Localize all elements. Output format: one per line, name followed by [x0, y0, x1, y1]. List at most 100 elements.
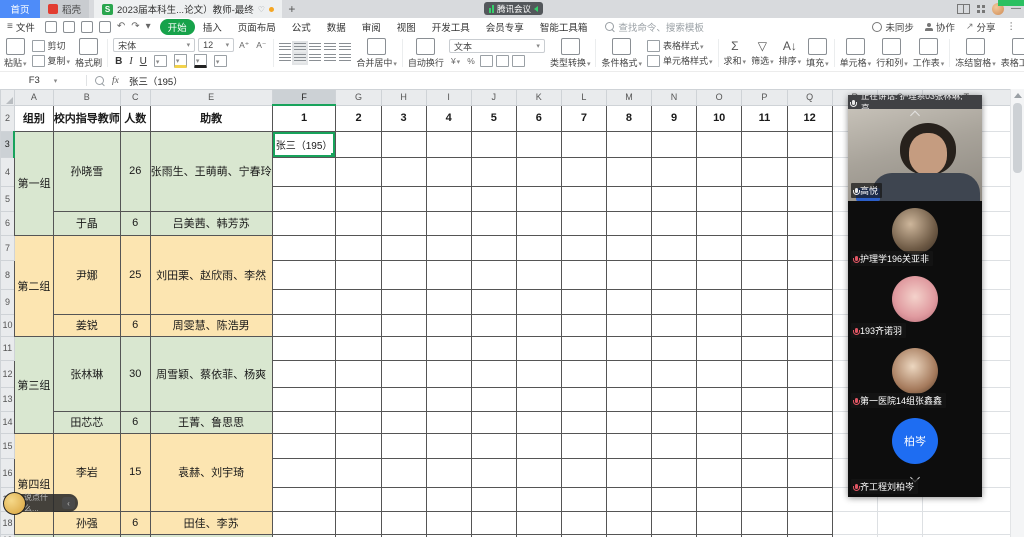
cell[interactable] [515, 210, 562, 236]
column-header-Q[interactable]: Q [786, 89, 833, 106]
more-menu-icon[interactable]: ⋮ [1007, 21, 1017, 32]
cell[interactable] [515, 510, 562, 535]
font-name-select[interactable]: 宋体 ▾ [113, 38, 196, 52]
column-header-O[interactable]: O [696, 89, 743, 106]
assistants-cell[interactable]: 刘田栗、赵欣雨、李然 [149, 234, 273, 315]
header-cell[interactable]: 9 [650, 104, 698, 132]
participant-tile[interactable]: 护理学196关亚非 [848, 201, 982, 269]
header-cell[interactable]: 10 [696, 104, 743, 132]
count-cell[interactable]: 6 [119, 510, 151, 535]
cell[interactable] [560, 156, 607, 187]
cell[interactable] [741, 130, 788, 158]
cell[interactable] [786, 510, 833, 535]
cell[interactable] [650, 259, 698, 290]
borders-icon[interactable] [153, 55, 167, 67]
cell[interactable] [696, 234, 743, 261]
cell[interactable] [741, 359, 788, 388]
cell[interactable] [380, 359, 427, 388]
collapse-up-icon[interactable] [910, 110, 920, 121]
cells-button[interactable]: 单元格 [840, 37, 872, 69]
cell[interactable] [380, 259, 427, 290]
cell[interactable] [335, 386, 382, 412]
zoom-formula-icon[interactable] [95, 76, 104, 85]
align-top-icon[interactable] [279, 43, 292, 52]
column-header-L[interactable]: L [560, 89, 607, 106]
cell[interactable] [605, 185, 653, 212]
decrease-font-icon[interactable]: A⁻ [256, 40, 266, 51]
header-cell[interactable]: 8 [605, 104, 653, 132]
cell[interactable] [335, 486, 382, 512]
participant-tile[interactable]: 柏岑 齐工程刘柏岑 [848, 411, 982, 497]
cell[interactable] [425, 457, 472, 488]
cell[interactable] [425, 313, 472, 337]
undo-icon[interactable]: ↶ [117, 21, 125, 32]
cell[interactable] [696, 457, 743, 488]
cell[interactable] [470, 259, 517, 290]
cell[interactable] [650, 359, 698, 388]
cell[interactable] [741, 386, 788, 412]
cell[interactable] [786, 259, 833, 290]
cell[interactable] [425, 259, 472, 290]
cell[interactable] [425, 210, 472, 236]
cell[interactable] [741, 432, 788, 459]
cell[interactable] [696, 185, 743, 212]
cell[interactable] [786, 210, 833, 236]
count-cell[interactable]: 6 [119, 313, 151, 337]
tab-docer[interactable]: 稻壳 [40, 0, 90, 18]
cell[interactable] [560, 313, 607, 337]
column-header-K[interactable]: K [515, 89, 562, 106]
cell[interactable] [271, 259, 337, 290]
cell[interactable] [560, 130, 607, 158]
cell[interactable] [786, 156, 833, 187]
cell[interactable] [560, 359, 607, 388]
column-header-E[interactable]: E [149, 89, 273, 106]
clear-format-icon[interactable] [213, 55, 227, 67]
cell[interactable] [335, 210, 382, 236]
cell[interactable] [425, 386, 472, 412]
wrap-text-button[interactable]: 自动换行 [408, 37, 444, 69]
count-cell[interactable]: 6 [119, 210, 151, 236]
cell[interactable] [696, 335, 743, 361]
cell[interactable] [335, 335, 382, 361]
cell[interactable] [470, 386, 517, 412]
assistants-cell[interactable]: 袁赫、刘宇琦 [149, 432, 273, 512]
collaborate-button[interactable]: 协作 [924, 20, 955, 34]
cell[interactable] [560, 510, 607, 535]
cell[interactable] [335, 156, 382, 187]
cell[interactable] [650, 335, 698, 361]
meeting-floating-badge[interactable]: 腾讯会议 [484, 2, 544, 15]
cell[interactable] [650, 410, 698, 434]
cell[interactable] [335, 510, 382, 535]
cell[interactable] [470, 432, 517, 459]
cell[interactable] [470, 457, 517, 488]
cell[interactable] [605, 288, 653, 315]
cell[interactable] [560, 432, 607, 459]
cell[interactable] [425, 130, 472, 158]
cell[interactable] [380, 335, 427, 361]
row-header-3[interactable]: 3 [0, 130, 16, 158]
cell[interactable] [786, 486, 833, 512]
paste-button[interactable]: 粘贴 [4, 37, 27, 69]
meeting-panel[interactable]: 正在讲话: 护理系03张林琳; 高... 高悦 护理学196关亚非 193齐诺羽第… [848, 95, 982, 497]
cell[interactable] [605, 313, 653, 337]
group-name-cell[interactable]: 第二组 [13, 234, 54, 337]
cell[interactable] [786, 234, 833, 261]
cell[interactable] [831, 510, 878, 535]
cell[interactable] [650, 288, 698, 315]
font-size-select[interactable]: 12 ▾ [198, 38, 235, 52]
cell[interactable] [605, 210, 653, 236]
cell[interactable] [696, 410, 743, 434]
assistants-cell[interactable]: 田佳、李苏 [149, 510, 273, 535]
cell[interactable] [335, 432, 382, 459]
cell[interactable] [696, 210, 743, 236]
cell[interactable] [650, 130, 698, 158]
cell[interactable] [470, 510, 517, 535]
cell[interactable] [605, 410, 653, 434]
fill-color-icon[interactable] [173, 54, 187, 68]
italic-button[interactable]: I [127, 56, 134, 67]
cell[interactable] [741, 234, 788, 261]
advisor-cell[interactable]: 姜锐 [52, 313, 121, 337]
row-header-16[interactable]: 16 [0, 457, 15, 488]
chat-emoji-icon[interactable] [3, 492, 26, 515]
cell[interactable] [515, 313, 562, 337]
